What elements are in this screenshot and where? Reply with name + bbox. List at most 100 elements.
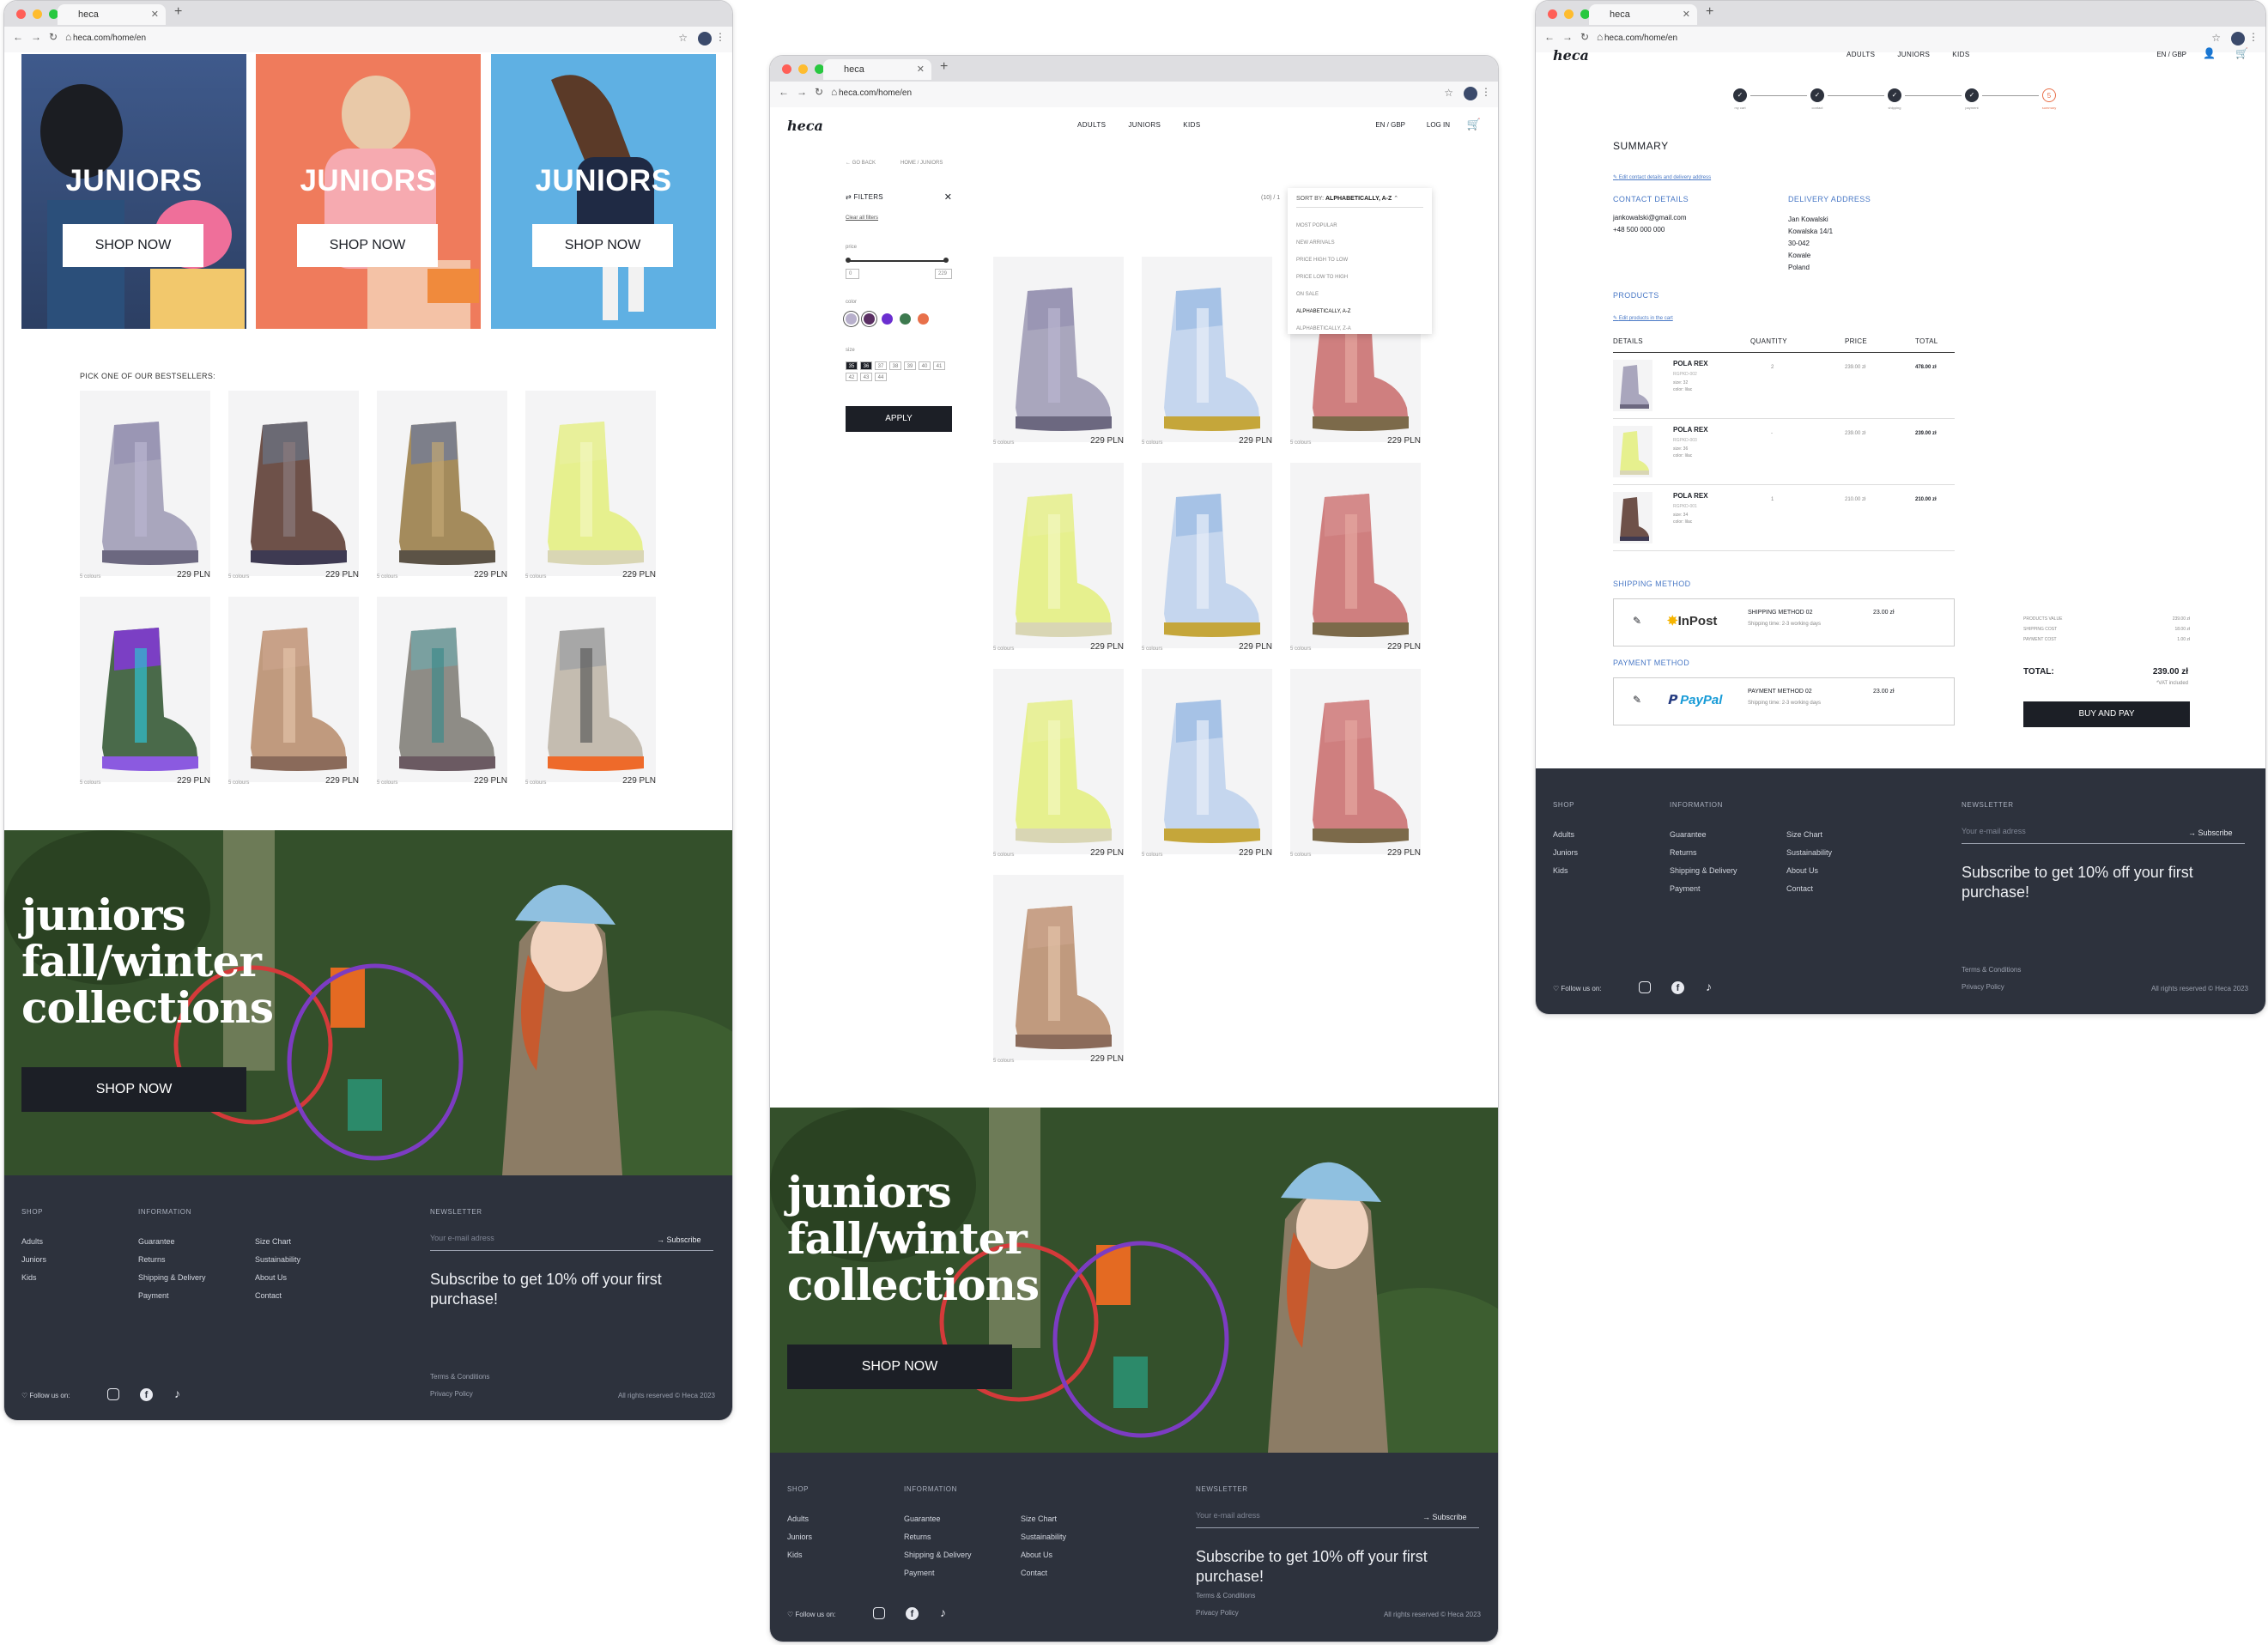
- menu-icon[interactable]: ⋮: [2248, 31, 2259, 43]
- footer-link[interactable]: Juniors: [787, 1533, 812, 1541]
- product-image[interactable]: [80, 391, 210, 576]
- product-image[interactable]: [525, 391, 656, 576]
- product-card[interactable]: 5 colours 229 PLN: [377, 597, 507, 786]
- size-option[interactable]: 38: [889, 361, 901, 370]
- facebook-icon[interactable]: f: [1671, 981, 1684, 994]
- nav-kids[interactable]: KIDS: [1952, 51, 1969, 58]
- footer-link[interactable]: Shipping & Delivery: [904, 1551, 972, 1559]
- product-image[interactable]: [377, 391, 507, 576]
- address-bar[interactable]: heca.com/home/en: [73, 33, 146, 43]
- address-bar[interactable]: heca.com/home/en: [1604, 33, 1677, 43]
- footer-link[interactable]: Sustainability: [1786, 848, 1832, 857]
- product-image[interactable]: [1290, 669, 1421, 854]
- price-slider-max-handle[interactable]: [943, 258, 949, 263]
- size-option[interactable]: 37: [875, 361, 887, 370]
- product-card[interactable]: 5 colours 229 PLN: [525, 391, 656, 580]
- product-card[interactable]: 5 colours 229 PLN: [993, 875, 1124, 1064]
- footer-link[interactable]: Returns: [904, 1533, 931, 1541]
- footer-link[interactable]: Size Chart: [1021, 1514, 1057, 1523]
- privacy-link[interactable]: Privacy Policy: [430, 1390, 473, 1398]
- footer-link[interactable]: About Us: [1021, 1551, 1052, 1559]
- step-contact[interactable]: ✓: [1810, 88, 1824, 102]
- product-card[interactable]: 5 colours 229 PLN: [1142, 463, 1272, 652]
- price-min-input[interactable]: 0: [846, 269, 859, 279]
- footer-link[interactable]: Payment: [904, 1569, 935, 1577]
- nav-juniors[interactable]: JUNIORS: [1897, 51, 1930, 58]
- new-tab-icon[interactable]: +: [174, 4, 182, 20]
- product-card[interactable]: 5 colours 229 PLN: [1142, 257, 1272, 446]
- product-card[interactable]: 5 colours 229 PLN: [1290, 669, 1421, 858]
- color-swatch[interactable]: [882, 313, 893, 325]
- new-tab-icon[interactable]: +: [1706, 4, 1713, 20]
- browser-tab[interactable]: heca ✕: [823, 59, 931, 80]
- shop-now-button[interactable]: SHOP NOW: [532, 224, 673, 267]
- product-image[interactable]: [993, 463, 1124, 648]
- edit-icon[interactable]: ✎: [1633, 694, 1641, 706]
- back-forward-reload-icons[interactable]: ←→↻⌂: [13, 31, 79, 43]
- price-max-input[interactable]: 229: [935, 269, 952, 279]
- close-filters-icon[interactable]: ✕: [944, 191, 952, 203]
- tiktok-icon[interactable]: ♪: [940, 1606, 946, 1619]
- login-link[interactable]: LOG IN: [1427, 121, 1450, 129]
- facebook-icon[interactable]: f: [140, 1388, 153, 1401]
- sort-option[interactable]: ALPHABETICALLY, Z-A: [1296, 320, 1351, 337]
- profile-avatar[interactable]: [1464, 87, 1477, 100]
- hero-banner-2[interactable]: JUNIORS SHOP NOW: [256, 54, 481, 329]
- footer-link[interactable]: Adults: [21, 1237, 43, 1246]
- tiktok-icon[interactable]: ♪: [174, 1387, 180, 1400]
- footer-link[interactable]: Contact: [1786, 884, 1813, 893]
- footer-link[interactable]: Kids: [787, 1551, 803, 1559]
- footer-link[interactable]: Returns: [1670, 848, 1697, 857]
- site-logo[interactable]: heca: [787, 118, 823, 134]
- step-summary[interactable]: 5: [2042, 88, 2056, 102]
- footer-link[interactable]: Size Chart: [1786, 830, 1822, 839]
- size-option[interactable]: 40: [919, 361, 931, 370]
- promo-shop-now-button[interactable]: SHOP NOW: [21, 1067, 246, 1112]
- subscribe-button[interactable]: → Subscribe: [1422, 1513, 1467, 1521]
- instagram-icon[interactable]: [1639, 981, 1651, 993]
- footer-link[interactable]: Guarantee: [1670, 830, 1707, 839]
- browser-tab[interactable]: heca ✕: [58, 4, 166, 25]
- product-image[interactable]: [993, 875, 1124, 1060]
- bookmark-icon[interactable]: ☆: [678, 32, 688, 44]
- product-card[interactable]: 5 colours 229 PLN: [525, 597, 656, 786]
- price-slider-min-handle[interactable]: [846, 258, 851, 263]
- new-tab-icon[interactable]: +: [940, 59, 948, 75]
- close-tab-icon[interactable]: ✕: [151, 4, 159, 25]
- account-icon[interactable]: 👤: [2203, 47, 2216, 59]
- site-logo[interactable]: heca: [1553, 47, 1589, 64]
- terms-link[interactable]: Terms & Conditions: [430, 1373, 489, 1381]
- cart-icon[interactable]: 🛒: [2235, 47, 2248, 59]
- apply-button[interactable]: APPLY: [846, 406, 952, 432]
- hero-banner-1[interactable]: JUNIORS SHOP NOW: [21, 54, 246, 329]
- footer-link[interactable]: Contact: [1021, 1569, 1047, 1577]
- buy-and-pay-button[interactable]: BUY AND PAY: [2023, 701, 2190, 727]
- color-swatch[interactable]: [900, 313, 911, 325]
- footer-link[interactable]: Sustainability: [1021, 1533, 1066, 1541]
- hero-banner-3[interactable]: JUNIORS SHOP NOW: [491, 54, 716, 329]
- edit-contact-link[interactable]: ✎ Edit contact details and delivery addr…: [1613, 174, 1711, 180]
- footer-link[interactable]: Juniors: [21, 1255, 46, 1264]
- instagram-icon[interactable]: [107, 1388, 119, 1400]
- shop-now-button[interactable]: SHOP NOW: [63, 224, 203, 267]
- footer-link[interactable]: Size Chart: [255, 1237, 291, 1246]
- close-tab-icon[interactable]: ✕: [917, 59, 925, 80]
- footer-link[interactable]: Payment: [1670, 884, 1701, 893]
- product-card[interactable]: 5 colours 229 PLN: [993, 257, 1124, 446]
- product-card[interactable]: 5 colours 229 PLN: [80, 391, 210, 580]
- color-swatch[interactable]: [918, 313, 929, 325]
- bookmark-icon[interactable]: ☆: [1444, 87, 1453, 99]
- profile-avatar[interactable]: [698, 32, 712, 46]
- edit-icon[interactable]: ✎: [1633, 615, 1641, 627]
- product-card[interactable]: 5 colours 229 PLN: [993, 669, 1124, 858]
- product-image[interactable]: [228, 391, 359, 576]
- sort-option[interactable]: MOST POPULAR: [1296, 217, 1351, 234]
- product-card[interactable]: 5 colours 229 PLN: [1142, 669, 1272, 858]
- cart-icon[interactable]: 🛒: [1467, 118, 1481, 131]
- terms-link[interactable]: Terms & Conditions: [1962, 966, 2021, 974]
- shop-now-button[interactable]: SHOP NOW: [297, 224, 438, 267]
- clear-filters-link[interactable]: Clear all filters: [846, 215, 878, 221]
- size-option[interactable]: 36: [860, 361, 872, 370]
- product-image[interactable]: [993, 669, 1124, 854]
- footer-link[interactable]: Kids: [1553, 866, 1568, 875]
